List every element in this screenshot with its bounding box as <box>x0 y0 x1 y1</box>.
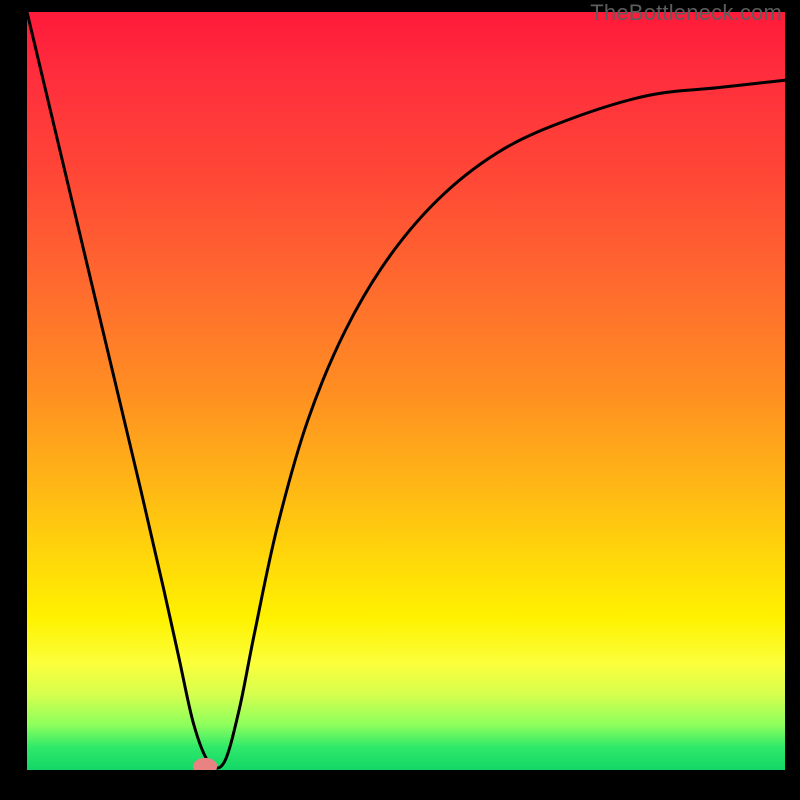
chart-root: TheBottleneck.com <box>0 0 800 800</box>
watermark-text: TheBottleneck.com <box>590 0 782 26</box>
curve-layer <box>27 12 785 770</box>
optimal-marker <box>193 758 217 775</box>
bottleneck-curve <box>27 12 785 768</box>
